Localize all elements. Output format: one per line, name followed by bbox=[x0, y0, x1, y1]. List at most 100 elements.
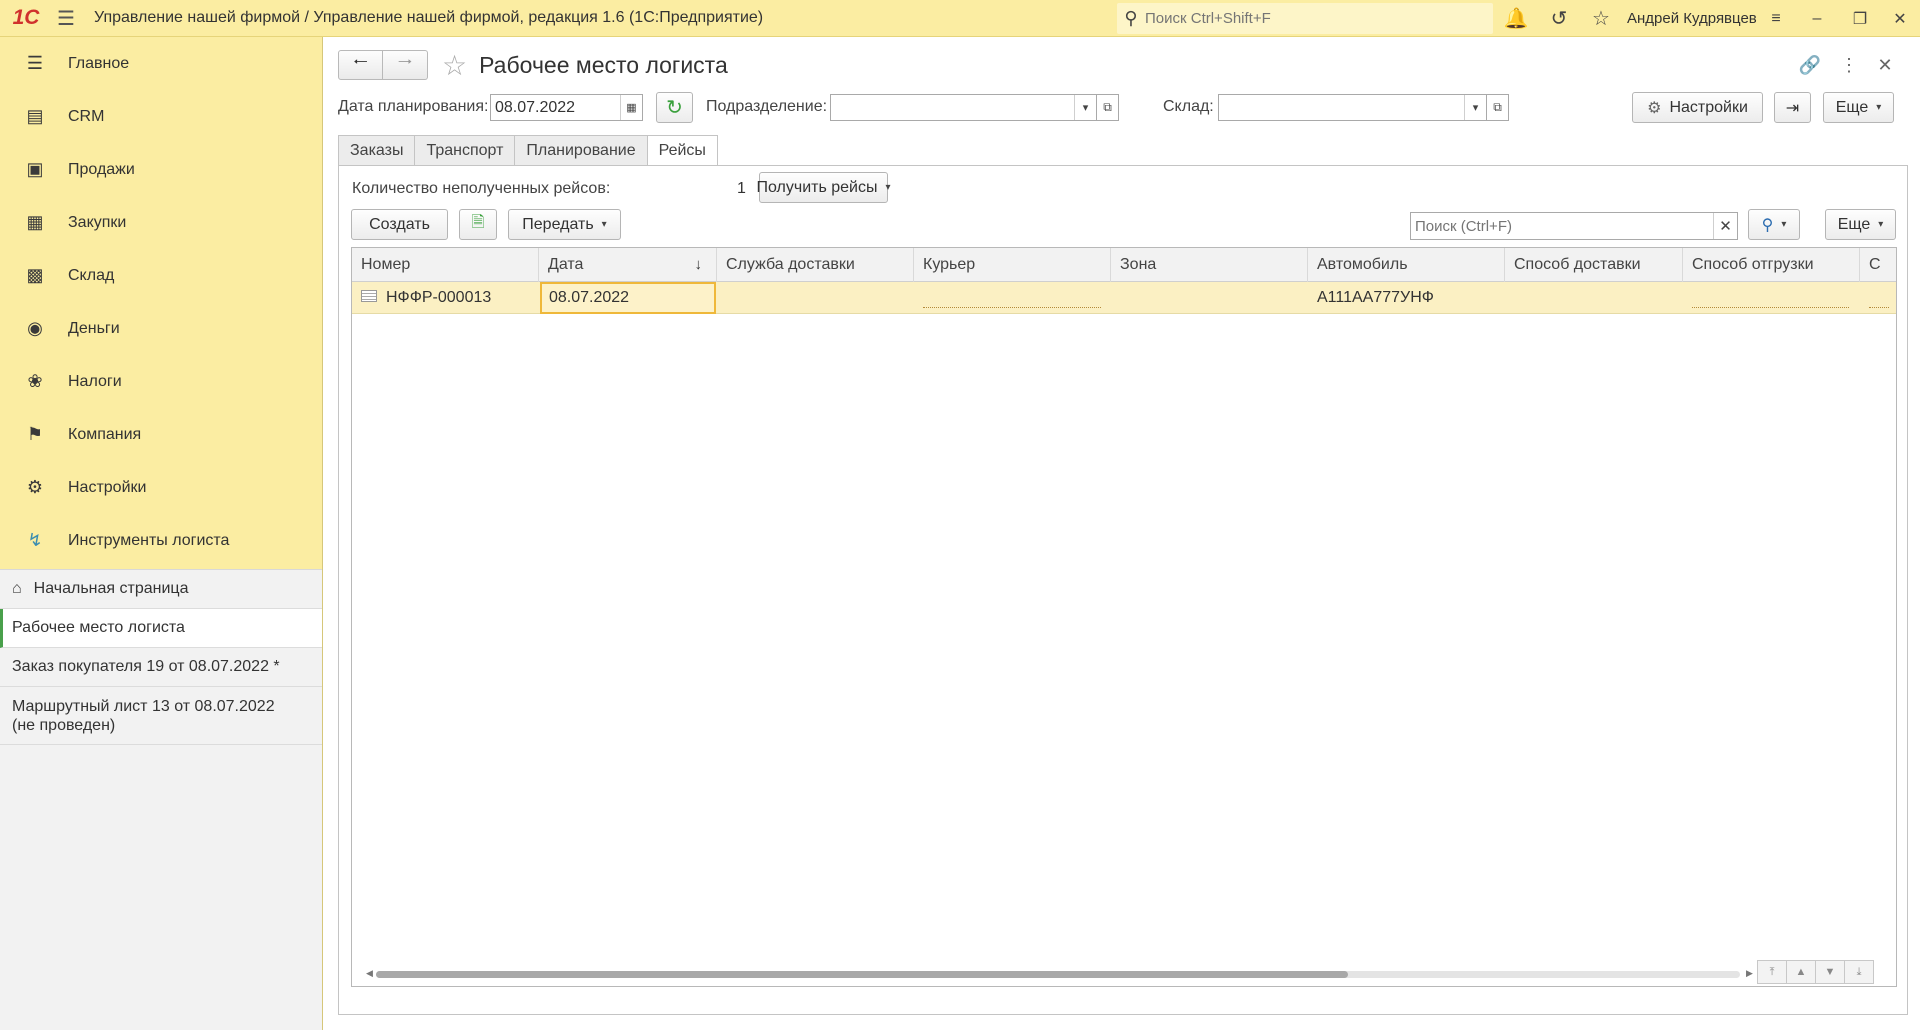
back-button[interactable]: 🠀 bbox=[338, 50, 383, 80]
minimize-icon[interactable]: – bbox=[1797, 0, 1837, 37]
date-value[interactable]: 08.07.2022 bbox=[491, 99, 620, 117]
horizontal-scrollbar[interactable]: ◀ ▶ bbox=[366, 968, 1754, 980]
cell-delivery-method[interactable] bbox=[1505, 282, 1683, 314]
create-button[interactable]: Создать bbox=[351, 209, 448, 240]
chevron-down-icon[interactable]: ▾ bbox=[1464, 95, 1486, 120]
search-icon: ⚲ bbox=[1124, 8, 1138, 28]
sidebar-item-warehouse[interactable]: ▩ Склад bbox=[0, 249, 322, 302]
cell-car[interactable]: А111АА777УНФ bbox=[1308, 282, 1505, 314]
open-warehouse-icon[interactable]: ⧉ bbox=[1487, 94, 1509, 121]
tab-bar: Заказы Транспорт Планирование Рейсы bbox=[338, 135, 718, 166]
warehouse-icon: ▩ bbox=[26, 265, 44, 285]
column-date[interactable]: Дата ↓ bbox=[539, 248, 717, 282]
sidebar-item-label: CRM bbox=[68, 107, 105, 125]
settings-button[interactable]: ⚙ Настройки bbox=[1632, 92, 1763, 123]
sidebar-item-taxes[interactable]: ❀ Налоги bbox=[0, 355, 322, 408]
settings-menu-icon[interactable]: ≡ bbox=[1756, 0, 1796, 37]
sidebar-item-sales[interactable]: ▣ Продажи bbox=[0, 143, 322, 196]
table-row[interactable]: НФФР-000013 08.07.2022 А111АА777УНФ bbox=[352, 282, 1896, 314]
cell-number[interactable]: НФФР-000013 bbox=[352, 282, 539, 314]
chevron-down-icon[interactable]: ▾ bbox=[1074, 95, 1096, 120]
column-number[interactable]: Номер bbox=[352, 248, 539, 282]
scroll-right-icon[interactable]: ▶ bbox=[1746, 968, 1753, 979]
refresh-button[interactable]: ↻ bbox=[656, 92, 693, 123]
column-delivery-method[interactable]: Способ доставки bbox=[1505, 248, 1683, 282]
column-shipment-method[interactable]: Способ отгрузки bbox=[1683, 248, 1860, 282]
tab-planning[interactable]: Планирование bbox=[514, 135, 648, 165]
history-icon[interactable]: ↺ bbox=[1541, 0, 1577, 37]
sidebar-item-logistics-tools[interactable]: ↯ Инструменты логиста bbox=[0, 514, 322, 567]
link-icon[interactable]: 🔗 bbox=[1794, 49, 1826, 81]
cell-courier[interactable] bbox=[914, 282, 1111, 314]
list-more-label: Еще bbox=[1837, 215, 1871, 233]
more-vertical-icon[interactable]: ⋮ bbox=[1833, 49, 1865, 81]
column-extra[interactable]: С bbox=[1860, 248, 1896, 282]
prev-row-icon[interactable]: ▲ bbox=[1786, 960, 1816, 984]
exit-icon[interactable]: ⇥ bbox=[1774, 92, 1811, 123]
open-window-logist-workplace[interactable]: Рабочее место логиста bbox=[0, 609, 322, 648]
next-row-icon[interactable]: ▼ bbox=[1815, 960, 1845, 984]
cell-extra[interactable] bbox=[1860, 282, 1896, 314]
sidebar-item-company[interactable]: ⚑ Компания bbox=[0, 408, 322, 461]
list-more-button[interactable]: Еще ▾ bbox=[1825, 209, 1896, 240]
user-name[interactable]: Андрей Кудрявцев bbox=[1627, 0, 1757, 37]
scroll-left-icon[interactable]: ◀ bbox=[366, 968, 373, 979]
sidebar-item-label: Главное bbox=[68, 54, 130, 72]
app-logo: 1С bbox=[12, 6, 40, 29]
open-division-icon[interactable]: ⧉ bbox=[1097, 94, 1119, 121]
tab-transport[interactable]: Транспорт bbox=[414, 135, 516, 165]
sidebar-item-money[interactable]: ◉ Деньги bbox=[0, 302, 322, 355]
main-menu-icon[interactable]: ☰ bbox=[52, 0, 80, 37]
close-icon[interactable]: ✕ bbox=[1880, 0, 1920, 37]
get-trips-label: Получить рейсы bbox=[756, 178, 878, 196]
sidebar-item-crm[interactable]: ▤ CRM bbox=[0, 90, 322, 143]
favorites-star-icon[interactable]: ☆ bbox=[1583, 0, 1619, 37]
sidebar-item-settings[interactable]: ⚙ Настройки bbox=[0, 461, 322, 514]
more-button[interactable]: Еще ▾ bbox=[1823, 92, 1894, 123]
clear-search-icon[interactable]: ✕ bbox=[1713, 213, 1737, 239]
forward-button[interactable]: 🠂 bbox=[383, 50, 428, 80]
open-window-route-sheet[interactable]: Маршрутный лист 13 от 08.07.2022 (не про… bbox=[0, 687, 322, 745]
close-form-icon[interactable]: ✕ bbox=[1869, 49, 1901, 81]
column-delivery-service[interactable]: Служба доставки bbox=[717, 248, 914, 282]
sidebar-item-main[interactable]: ☰ Главное bbox=[0, 37, 322, 90]
cell-shipment-method[interactable] bbox=[1683, 282, 1860, 314]
restore-icon[interactable]: ❐ bbox=[1840, 0, 1880, 37]
column-car[interactable]: Автомобиль bbox=[1308, 248, 1505, 282]
scrollbar-thumb[interactable] bbox=[376, 971, 1348, 978]
get-trips-button[interactable]: Получить рейсы ▾ bbox=[756, 172, 891, 203]
transfer-button[interactable]: Передать ▾ bbox=[508, 209, 621, 240]
cell-date[interactable]: 08.07.2022 bbox=[540, 282, 716, 314]
open-window-home[interactable]: ⌂ Начальная страница bbox=[0, 570, 322, 609]
search-options-button[interactable]: ⚲ ▾ bbox=[1748, 209, 1800, 240]
bell-icon[interactable]: 🔔 bbox=[1498, 0, 1534, 37]
sidebar-item-purchases[interactable]: ▦ Закупки bbox=[0, 196, 322, 249]
date-field[interactable]: 08.07.2022 ▦ bbox=[490, 94, 643, 121]
warehouse-field[interactable]: ▾ bbox=[1218, 94, 1487, 121]
first-row-icon[interactable]: ⤒ bbox=[1757, 960, 1787, 984]
list-search-input[interactable] bbox=[1411, 217, 1713, 235]
global-search[interactable]: ⚲ bbox=[1117, 3, 1493, 34]
tab-trips[interactable]: Рейсы bbox=[646, 135, 718, 166]
cell-zone[interactable] bbox=[1111, 282, 1308, 314]
last-row-icon[interactable]: ⤓ bbox=[1844, 960, 1874, 984]
division-field[interactable]: ▾ bbox=[830, 94, 1097, 121]
open-window-label: Маршрутный лист 13 от 08.07.2022 bbox=[12, 697, 275, 715]
unreceived-trips-count: 1 bbox=[737, 180, 746, 197]
tab-orders[interactable]: Заказы bbox=[338, 135, 416, 165]
add-document-icon[interactable]: 🗎 bbox=[459, 209, 497, 240]
favorite-star-icon[interactable]: ☆ bbox=[442, 49, 467, 82]
list-search[interactable]: ✕ bbox=[1410, 212, 1738, 240]
calendar-icon[interactable]: ▦ bbox=[620, 95, 642, 120]
open-window-customer-order[interactable]: Заказ покупателя 19 от 08.07.2022 * bbox=[0, 648, 322, 687]
global-search-input[interactable] bbox=[1145, 10, 1475, 27]
gear-icon: ⚙ bbox=[26, 477, 44, 497]
column-courier[interactable]: Курьер bbox=[914, 248, 1111, 282]
column-date-label: Дата bbox=[548, 256, 584, 273]
caret-down-icon: ▾ bbox=[1876, 102, 1882, 113]
cell-delivery-service[interactable] bbox=[717, 282, 914, 314]
column-zone[interactable]: Зона bbox=[1111, 248, 1308, 282]
transfer-button-label: Передать bbox=[522, 215, 594, 233]
sidebar-item-label: Компания bbox=[68, 425, 142, 443]
open-window-label: Начальная страница bbox=[33, 580, 189, 597]
